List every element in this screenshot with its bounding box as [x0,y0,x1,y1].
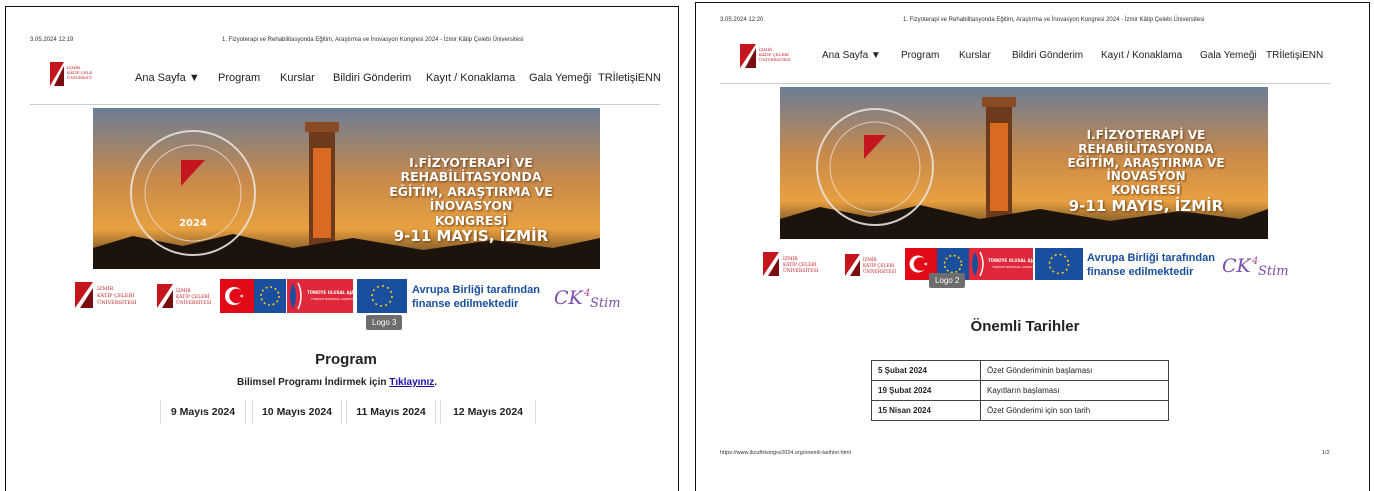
nav-gala-yemegi[interactable]: Gala Yemeği [1200,50,1257,61]
svg-text:İZMİR: İZMİR [863,257,878,262]
nav-kayit-konaklama[interactable]: Kayıt / Konaklama [1101,50,1182,61]
nav-iletisim-lang[interactable]: TRİletişiENN [1266,50,1323,61]
event-cell: Özet Gönderimi için son tarih [980,400,1169,421]
tab-11-mayis[interactable]: 11 Mayıs 2024 [346,400,436,424]
right-print-footer-url: https://www.ikcuftrkongre2024.org/onemli… [720,450,851,456]
tab-12-mayis[interactable]: 12 Mayıs 2024 [440,400,536,424]
right-banner-title: I.FİZYOTERAPİ VE REHABİLİTASYONDA EĞİTİM… [1067,128,1225,215]
important-dates-table: 5 Şubat 2024 Özet Gönderiminin başlaması… [871,360,1169,421]
event-cell: Özet Gönderiminin başlaması [980,360,1169,381]
nav-ana-sayfa[interactable]: Ana Sayfa ▼ [135,72,200,84]
left-logo-tooltip: Logo 3 [366,315,403,330]
nav-ana-sayfa[interactable]: Ana Sayfa ▼ [822,50,881,61]
right-sponsor-eu-flag[interactable] [1035,248,1083,285]
nav-program[interactable]: Program [901,50,939,61]
svg-text:İZMİR: İZMİR [97,285,114,292]
right-print-timestamp: 3.05.2024 12:20 [720,17,764,23]
right-sponsor-university-logo-1[interactable]: İZMİR KÂTİP ÇELEBİ ÜNİVERSİTESİ [763,250,831,283]
svg-text:İZMİR: İZMİR [783,255,798,262]
date-cell: 19 Şubat 2024 [871,380,981,401]
program-download-link[interactable]: Tıklayınız [389,377,434,388]
right-sponsor-university-logo-2[interactable]: İZMİR KÂTİP ÇELEBİ ÜNİVERSİTESİ [845,252,903,283]
right-hero-banner: I.FİZYOTERAPİ VE REHABİLİTASYONDA EĞİTİM… [780,87,1268,239]
svg-text:Stim: Stim [590,296,621,311]
left-section-title: Program [315,351,377,368]
svg-text:ÜNİVERSİTESİ: ÜNİVERSİTESİ [176,299,212,306]
left-eu-funding-text: Avrupa Birliği tarafından finanse edilme… [412,284,540,310]
date-cell: 5 Şubat 2024 [871,360,981,381]
nav-program[interactable]: Program [218,72,260,84]
svg-text:TURKISH NATIONAL AGENCY: TURKISH NATIONAL AGENCY [991,265,1033,269]
svg-text:TURKISH NATIONAL AGENCY: TURKISH NATIONAL AGENCY [310,297,353,301]
nav-bildiri-gonderim[interactable]: Bildiri Gönderim [333,72,411,84]
right-print-page-number: 1/2 [1322,450,1330,456]
date-cell: 15 Nisan 2024 [871,400,981,421]
left-banner-title: I.FİZYOTERAPİ VE REHABİLİTASYONDA EĞİTİM… [389,155,553,245]
svg-text:KÂTİP ÇELEBİ: KÂTİP ÇELEBİ [176,293,210,300]
svg-text:ÜNİVERSİTESİ: ÜNİVERSİTESİ [67,75,92,80]
right-eu-funding-text: Avrupa Birliği tarafından finanse edilme… [1087,252,1215,278]
right-nav-divider [720,83,1330,84]
left-sponsor-eu-flag[interactable] [357,279,407,318]
left-nav-divider [30,104,660,105]
left-sponsor-university-logo-2[interactable]: İZMİR KÂTİP ÇELEBİ ÜNİVERSİTESİ [157,282,217,315]
svg-text:CK: CK [554,287,585,309]
left-hero-banner: 2024 I.FİZYOTERAPİ VE REHABİLİTASYONDA E… [93,108,600,269]
left-university-logo[interactable]: İZMİR KÂTİP ÇELEBİ ÜNİVERSİTESİ [50,60,99,93]
nav-kurslar[interactable]: Kurslar [280,72,315,84]
svg-text:KÂTİP ÇELEBİ: KÂTİP ÇELEBİ [783,261,817,268]
svg-text:KÂTİP ÇELEBİ: KÂTİP ÇELEBİ [863,263,895,268]
right-logo-tooltip: Logo 2 [929,273,966,288]
left-sponsor-university-logo-1[interactable]: İZMİR KÂTİP ÇELEBİ ÜNİVERSİTESİ [75,280,145,315]
right-sponsor-turkiye-ulusal-ajansi[interactable]: TÜRKİYE ULUSAL AJANSI TURKISH NATIONAL A… [969,248,1043,285]
table-row: 15 Nisan 2024 Özet Gönderimi için son ta… [871,400,1169,421]
svg-text:CK: CK [1222,255,1253,277]
svg-text:TÜRKİYE ULUSAL AJANSI: TÜRKİYE ULUSAL AJANSI [307,290,353,295]
svg-text:ÜNİVERSİTESİ: ÜNİVERSİTESİ [863,269,896,274]
svg-text:İZMİR: İZMİR [176,287,191,294]
nav-kayit-konaklama[interactable]: Kayıt / Konaklama [426,72,515,84]
right-sponsor-ck4stim-logo[interactable]: CK 4 Stim [1220,250,1292,285]
nav-iletisim-lang[interactable]: TRİletişiENN [598,72,661,84]
right-university-logo[interactable]: İZMİR KÂTİP ÇELEBİ ÜNİVERSİTESİ [740,42,792,75]
nav-gala-yemegi[interactable]: Gala Yemeği [529,72,591,84]
left-print-timestamp: 3.05.2024 12:19 [30,37,74,43]
tab-10-mayis[interactable]: 10 Mayıs 2024 [252,400,342,424]
left-sponsor-ck4stim-logo[interactable]: CK 4 Stim [552,282,624,317]
table-row: 5 Şubat 2024 Özet Gönderiminin başlaması [871,360,1169,381]
svg-text:ÜNİVERSİTESİ: ÜNİVERSİTESİ [783,267,819,274]
nav-kurslar[interactable]: Kurslar [959,50,991,61]
svg-text:Stim: Stim [1258,264,1289,279]
svg-text:ÜNİVERSİTESİ: ÜNİVERSİTESİ [97,299,136,306]
table-row: 19 Şubat 2024 Kayıtların başlaması [871,380,1169,401]
tab-9-mayis[interactable]: 9 Mayıs 2024 [160,400,246,424]
svg-text:TÜRKİYE ULUSAL AJANSI: TÜRKİYE ULUSAL AJANSI [988,258,1033,263]
nav-bildiri-gonderim[interactable]: Bildiri Gönderim [1012,50,1083,61]
program-download-line: Bilimsel Programı İndirmek için Tıklayın… [237,377,438,388]
right-print-title: 1. Fizyoterapi ve Rehabilitasyonda Eğiti… [903,17,1205,23]
left-seal-year: 2024 [179,218,207,229]
left-print-title: 1. Fizyoterapi ve Rehabilitasyonda Eğiti… [222,37,524,43]
left-sponsor-turkey-eu-flags[interactable] [220,279,286,318]
event-cell: Kayıtların başlaması [980,380,1169,401]
left-sponsor-turkiye-ulusal-ajansi[interactable]: TÜRKİYE ULUSAL AJANSI TURKISH NATIONAL A… [287,279,362,318]
right-section-title: Önemli Tarihler [970,318,1080,335]
svg-text:ÜNİVERSİTESİ: ÜNİVERSİTESİ [759,57,791,62]
svg-text:KÂTİP ÇELEBİ: KÂTİP ÇELEBİ [97,292,134,299]
